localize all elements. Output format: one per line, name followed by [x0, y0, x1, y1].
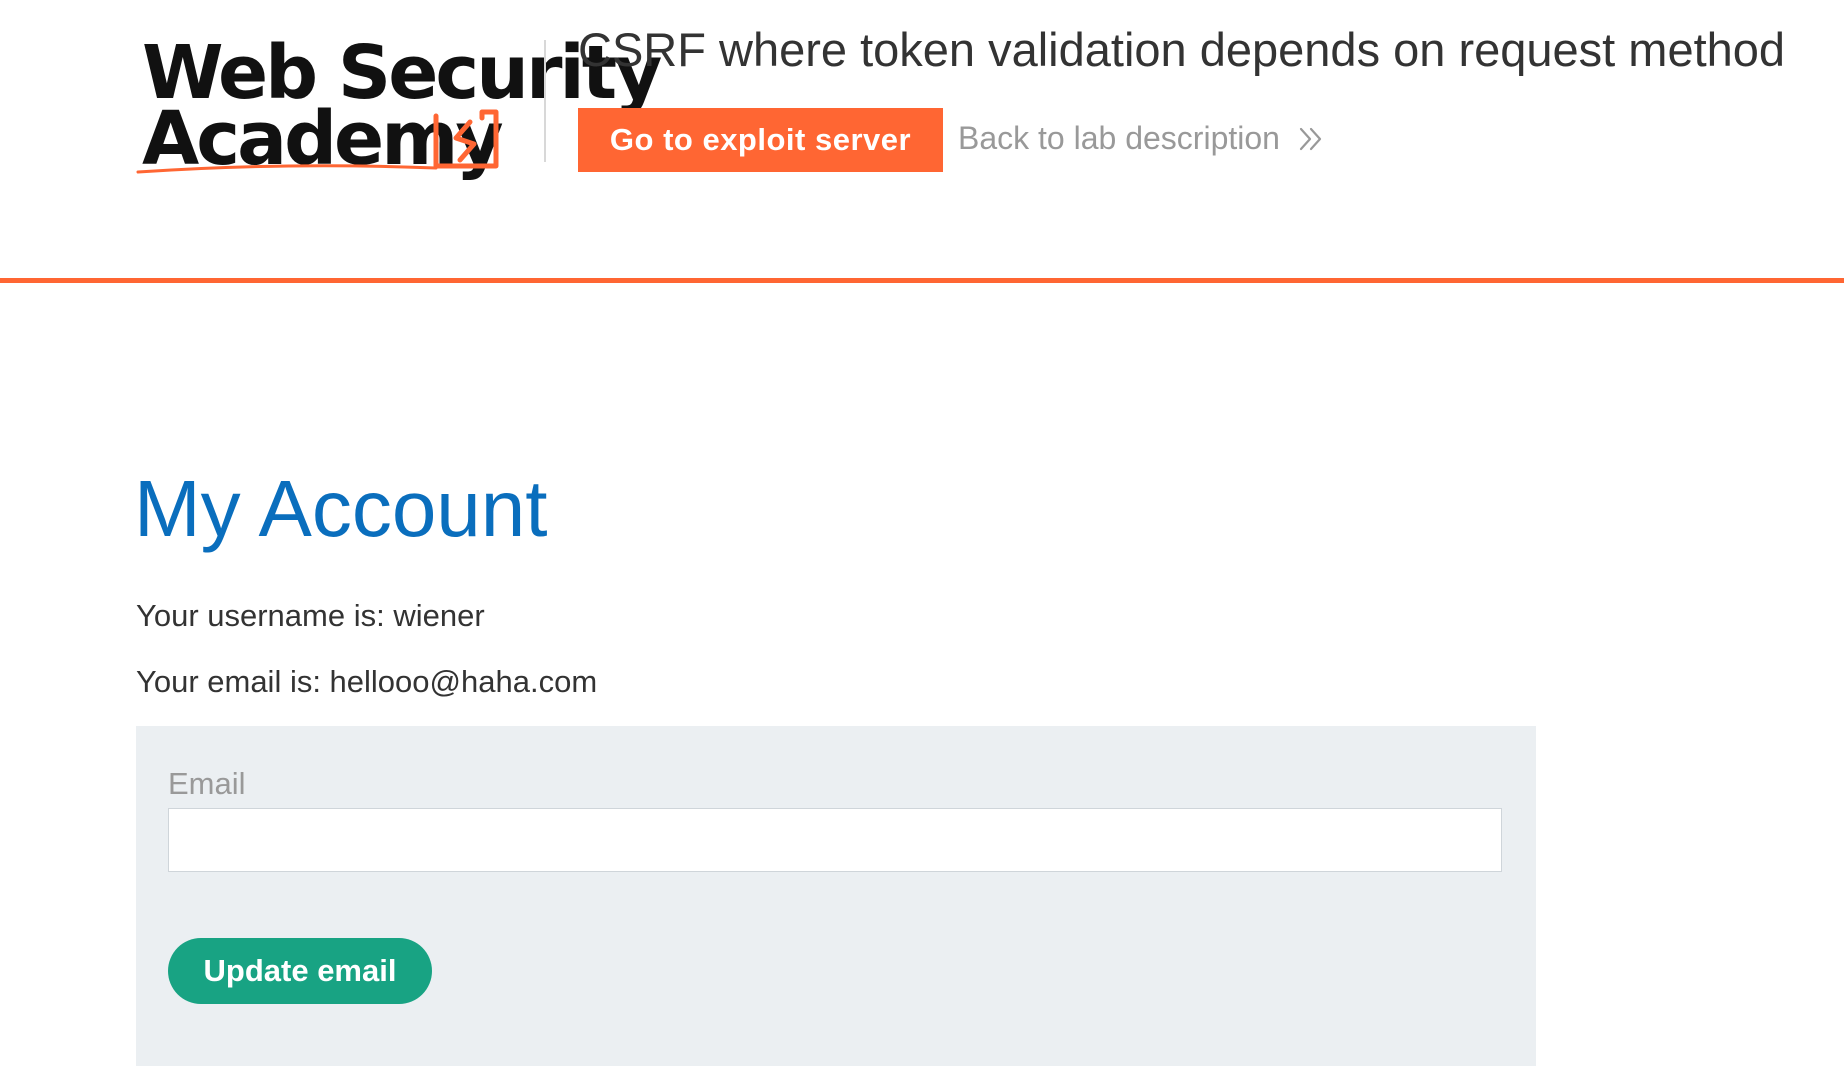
- academy-flame-logo-icon: [136, 109, 499, 174]
- page-title: My Account: [134, 464, 548, 553]
- email-label: Email: [168, 766, 246, 801]
- back-to-lab-description-link[interactable]: Back to lab description: [958, 120, 1324, 157]
- lab-title: CSRF where token validation depends on r…: [578, 23, 1786, 76]
- email-text: Your email is: hellooo@haha.com: [136, 664, 598, 699]
- change-email-form: Email Update email: [136, 726, 1536, 1066]
- header: Web Security Academy CSRF where token va…: [0, 0, 1844, 283]
- double-chevron-right-icon: [1299, 127, 1322, 150]
- page: Web Security Academy CSRF where token va…: [0, 0, 1844, 1084]
- username-text: Your username is: wiener: [136, 598, 485, 633]
- header-divider: [0, 278, 1844, 283]
- web-security-academy-logo[interactable]: Web Security Academy: [136, 34, 662, 184]
- go-to-exploit-server-button[interactable]: Go to exploit server: [578, 108, 943, 172]
- logo-divider: [544, 40, 546, 162]
- update-email-button[interactable]: Update email: [168, 938, 432, 1004]
- email-input[interactable]: [168, 808, 1502, 872]
- back-link-label: Back to lab description: [958, 120, 1280, 156]
